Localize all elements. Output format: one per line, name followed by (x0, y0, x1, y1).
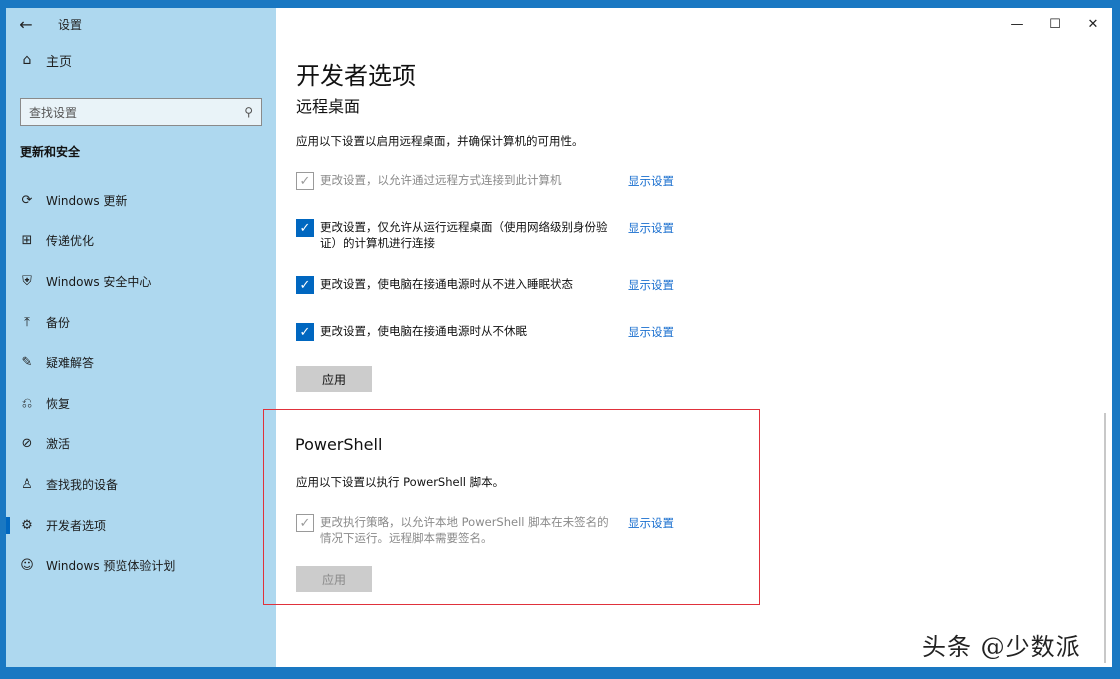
sidebar-item-troubleshoot[interactable]: ✎ 疑难解答 (6, 342, 276, 383)
sidebar-item-delivery-optimization[interactable]: ⊞ 传递优化 (6, 221, 276, 262)
person-icon: ♙ (21, 476, 33, 492)
section-label: 更新和安全 (20, 145, 81, 159)
sidebar-nav: ⟳ Windows 更新 ⊞ 传递优化 ⛨ Windows 安全中心 ⤒ 备份 … (6, 180, 276, 586)
recovery-icon: ⎌ (21, 395, 33, 411)
remote-option-4: ✓ 更改设置，使电脑在接通电源时从不休眠 (296, 323, 620, 341)
activation-icon: ⊘ (21, 436, 33, 452)
sidebar-item-label: Windows 预览体验计划 (46, 559, 176, 574)
remote-option-1: ✓ 更改设置，以允许通过远程方式连接到此计算机 (296, 172, 620, 190)
remote-desktop-description: 应用以下设置以启用远程桌面，并确保计算机的可用性。 (296, 134, 584, 148)
remote-option-4-checkbox[interactable]: ✓ (296, 323, 314, 341)
wrench-icon: ✎ (21, 355, 33, 371)
search-placeholder: 查找设置 (29, 105, 78, 120)
sidebar-item-activation[interactable]: ⊘ 激活 (6, 424, 276, 465)
sidebar-item-label: 备份 (46, 315, 71, 330)
insider-icon: ☺ (20, 558, 34, 574)
highlight-annotation (263, 409, 760, 605)
remote-option-2-link[interactable]: 显示设置 (628, 220, 674, 236)
close-button[interactable]: ✕ (1074, 8, 1112, 40)
remote-option-3-checkbox[interactable]: ✓ (296, 276, 314, 294)
sidebar-item-home[interactable]: ⌂ 主页 (6, 40, 276, 80)
remote-option-3-label: 更改设置，使电脑在接通电源时从不进入睡眠状态 (320, 277, 573, 291)
sidebar-item-label: 开发者选项 (46, 518, 107, 533)
watermark: 头条 @少数派 (922, 633, 1081, 661)
home-icon: ⌂ (22, 52, 32, 68)
back-button[interactable]: ← (6, 8, 46, 40)
maximize-icon: ☐ (1049, 16, 1061, 32)
sidebar-item-find-my-device[interactable]: ♙ 查找我的设备 (6, 464, 276, 505)
sidebar-item-label: 激活 (46, 437, 71, 452)
remote-apply-button[interactable]: 应用 (296, 366, 372, 392)
delivery-icon: ⊞ (21, 233, 33, 249)
search-input[interactable]: 查找设置 ⚲ (20, 98, 262, 126)
sidebar-item-backup[interactable]: ⤒ 备份 (6, 302, 276, 343)
remote-option-2: ✓ 更改设置，仅允许从运行远程桌面（使用网络级别身份验证）的计算机进行连接 (296, 219, 620, 251)
remote-option-2-label: 更改设置，仅允许从运行远程桌面（使用网络级别身份验证）的计算机进行连接 (320, 220, 608, 250)
scrollbar[interactable] (1104, 413, 1106, 663)
sidebar-item-recovery[interactable]: ⎌ 恢复 (6, 383, 276, 424)
home-label: 主页 (46, 54, 73, 70)
developer-icon: ⚙ (21, 517, 33, 533)
shield-icon: ⛨ (22, 273, 32, 289)
remote-option-1-link[interactable]: 显示设置 (628, 173, 674, 189)
remote-option-3: ✓ 更改设置，使电脑在接通电源时从不进入睡眠状态 (296, 276, 620, 294)
minimize-icon: — (1010, 16, 1024, 32)
sidebar-item-windows-update[interactable]: ⟳ Windows 更新 (6, 180, 276, 221)
sidebar-item-developer-options[interactable]: ⚙ 开发者选项 (6, 505, 276, 546)
close-icon: ✕ (1087, 16, 1099, 32)
sidebar-item-insider-program[interactable]: ☺ Windows 预览体验计划 (6, 545, 276, 586)
remote-option-4-label: 更改设置，使电脑在接通电源时从不休眠 (320, 324, 527, 338)
app-title: 设置 (58, 17, 83, 32)
maximize-button[interactable]: ☐ (1036, 8, 1074, 40)
remote-option-3-link[interactable]: 显示设置 (628, 277, 674, 293)
sidebar-item-label: 恢复 (46, 396, 71, 411)
refresh-icon: ⟳ (21, 192, 33, 208)
remote-option-4-link[interactable]: 显示设置 (628, 324, 674, 340)
remote-option-1-label: 更改设置，以允许通过远程方式连接到此计算机 (320, 173, 562, 187)
page-title: 开发者选项 (296, 62, 416, 90)
sidebar-item-label: Windows 安全中心 (46, 274, 152, 289)
sidebar-item-windows-security[interactable]: ⛨ Windows 安全中心 (6, 261, 276, 302)
titlebar: ← 设置 (6, 8, 276, 40)
remote-option-1-checkbox[interactable]: ✓ (296, 172, 314, 190)
backup-icon: ⤒ (24, 314, 30, 330)
search-icon: ⚲ (244, 105, 253, 119)
remote-desktop-title: 远程桌面 (296, 97, 361, 116)
sidebar-item-label: 查找我的设备 (46, 477, 119, 492)
sidebar-item-label: Windows 更新 (46, 193, 128, 208)
minimize-button[interactable]: — (998, 8, 1036, 40)
caption-buttons: — ☐ ✕ (998, 8, 1112, 40)
sidebar: ← 设置 ⌂ 主页 查找设置 ⚲ 更新和安全 ⟳ Windows 更新 ⊞ 传递… (6, 8, 276, 667)
remote-option-2-checkbox[interactable]: ✓ (296, 219, 314, 237)
sidebar-item-label: 疑难解答 (46, 356, 95, 371)
sidebar-item-label: 传递优化 (46, 234, 95, 249)
back-arrow-icon: ← (19, 14, 33, 34)
